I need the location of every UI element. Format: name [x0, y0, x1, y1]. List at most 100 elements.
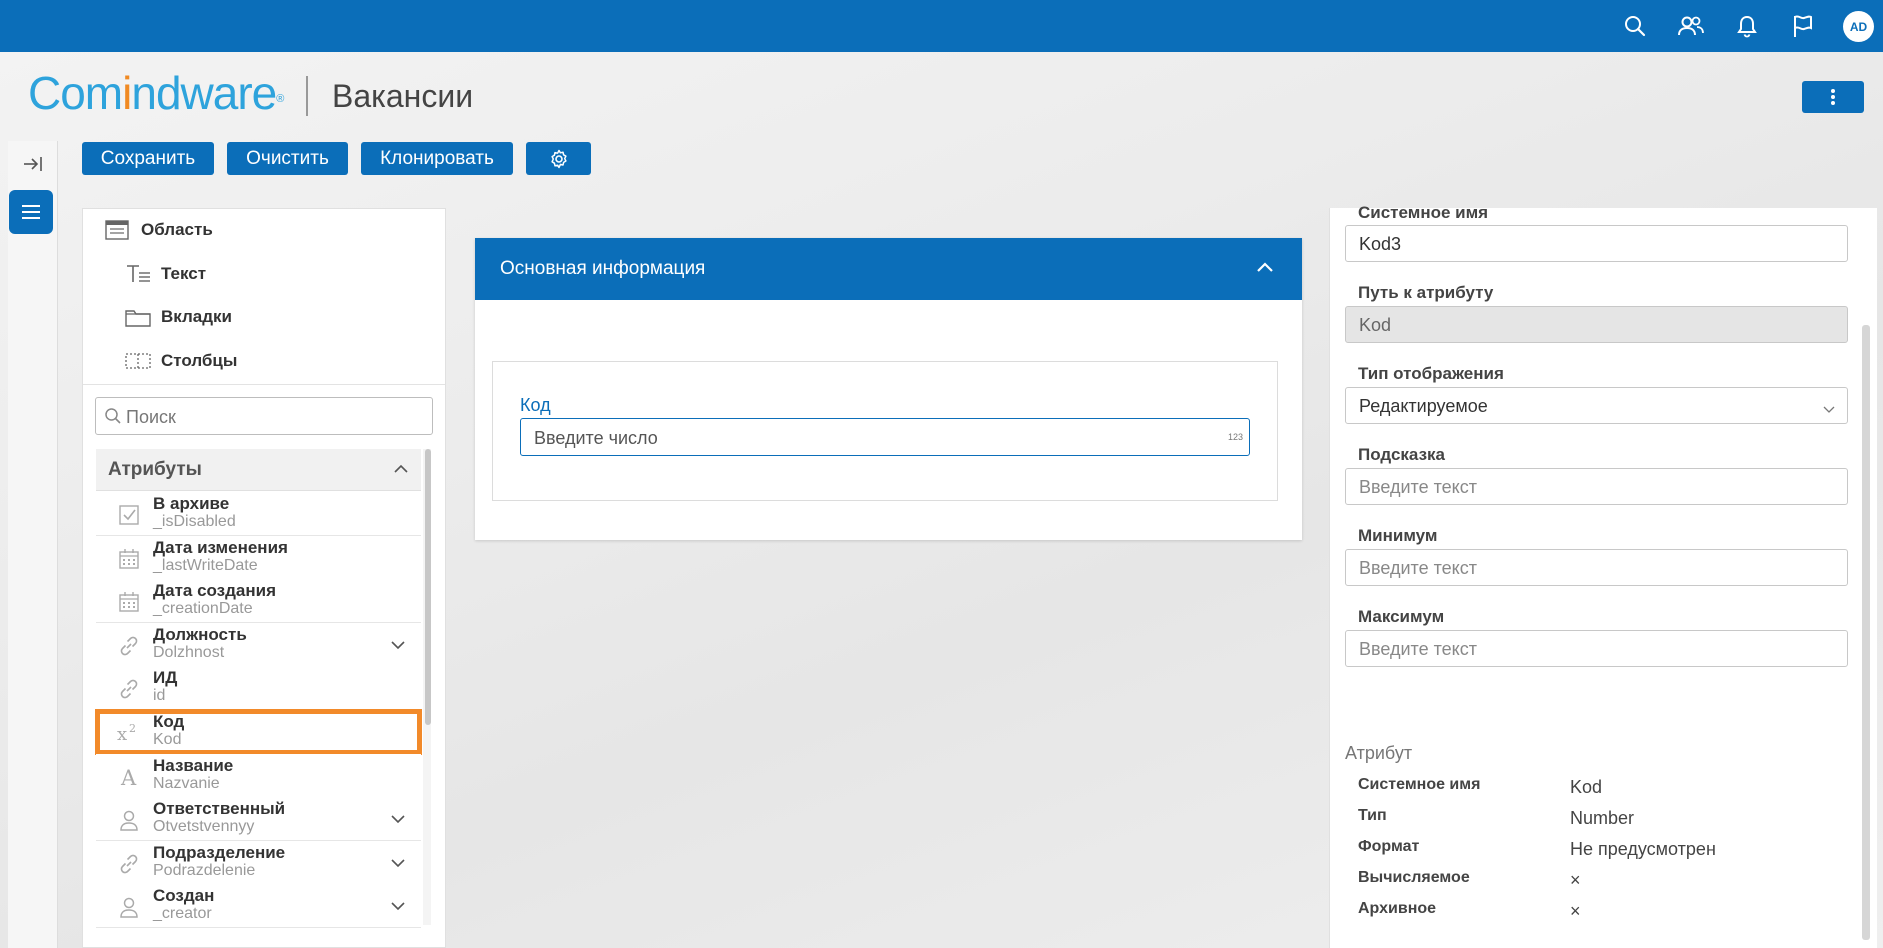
attribute-info-key: Тип: [1358, 807, 1387, 824]
hint-label: Подсказка: [1358, 445, 1445, 464]
chevron-down-icon[interactable]: [390, 898, 406, 916]
form-section: Основная информация Код 123: [475, 238, 1302, 540]
bell-icon[interactable]: [1731, 10, 1763, 42]
maximum-field[interactable]: [1345, 630, 1848, 667]
attribute-name: ИД: [153, 668, 178, 688]
attributes-header[interactable]: Атрибуты: [96, 449, 421, 491]
attributes-title: Атрибуты: [108, 459, 202, 480]
attribute-system-name: Kod: [153, 731, 182, 748]
avatar[interactable]: AD: [1843, 11, 1874, 42]
attribute-info-key: Вычисляемое: [1358, 869, 1470, 886]
attribute-item-otvetstvennyy[interactable]: Ответственный Otvetstvennyy: [96, 797, 421, 842]
display-type-select[interactable]: Редактируемое: [1345, 387, 1848, 424]
clear-button[interactable]: Очистить: [227, 142, 348, 175]
minimum-label: Минимум: [1358, 526, 1438, 545]
palette-item-label: Столбцы: [161, 351, 238, 370]
columns-icon: [125, 352, 153, 370]
settings-button[interactable]: [526, 142, 591, 175]
attribute-item-id[interactable]: ИД id: [96, 666, 421, 711]
left-rail: [8, 141, 58, 948]
expand-panel-icon[interactable]: [20, 151, 46, 177]
attribute-name: Создан: [153, 886, 215, 906]
search-icon[interactable]: [1619, 10, 1651, 42]
attribute-item-lastwritedate[interactable]: Дата изменения _lastWriteDate: [96, 535, 421, 580]
form-section-header[interactable]: Основная информация: [475, 238, 1302, 300]
minimum-field[interactable]: [1345, 549, 1848, 586]
attribute-info-key: Формат: [1358, 838, 1420, 855]
attribute-name: Должность: [153, 624, 247, 644]
minimum-input[interactable]: [1359, 556, 1829, 581]
attribute-system-name: _lastWriteDate: [153, 556, 258, 574]
attribute-info-value: ×: [1570, 870, 1581, 890]
hint-input[interactable]: [1359, 475, 1829, 500]
kod-field[interactable]: 123: [520, 418, 1250, 456]
chevron-up-icon[interactable]: [1256, 260, 1274, 278]
attribute-system-name: Otvetstvennyy: [153, 818, 255, 836]
user-icon: [116, 807, 142, 833]
maximum-label: Максимум: [1358, 607, 1445, 626]
more-options-button[interactable]: [1802, 81, 1864, 113]
users-icon[interactable]: [1675, 10, 1707, 42]
system-name-value: Kod3: [1359, 234, 1402, 254]
attribute-info-key: Системное имя: [1358, 776, 1481, 793]
header-divider: [306, 76, 308, 116]
attribute-info-key: Архивное: [1358, 900, 1437, 917]
palette-item-tabs[interactable]: Вкладки: [125, 301, 232, 333]
attribute-item-nazvanie[interactable]: A Название Nazvanie: [96, 753, 421, 798]
kod-input[interactable]: [534, 425, 1214, 451]
attribute-name: Код: [153, 712, 185, 731]
field-label: Код: [520, 395, 551, 415]
system-name-label: Системное имя: [1358, 203, 1489, 222]
logo-text-part2: i: [122, 67, 132, 119]
attribute-item-podrazdelenie[interactable]: Подразделение Podrazdelenie: [96, 840, 421, 885]
attribute-info-value: Number: [1570, 808, 1635, 828]
attribute-item-isdisabled[interactable]: В архиве _isDisabled: [96, 492, 421, 536]
menu-icon: [22, 205, 40, 219]
form-elements-menu-button[interactable]: [9, 190, 53, 234]
maximum-input[interactable]: [1359, 637, 1829, 662]
attribute-item-creator[interactable]: Создан _creator: [96, 884, 421, 929]
chevron-down-icon[interactable]: [390, 811, 406, 829]
number-type-badge: 123: [1227, 432, 1243, 442]
chevron-down-icon: [1823, 401, 1835, 419]
palette-item-text[interactable]: Текст: [125, 258, 206, 290]
kebab-icon: [1831, 89, 1835, 105]
display-type-label: Тип отображения: [1358, 364, 1504, 383]
attribute-name: Дата изменения: [153, 537, 288, 557]
attribute-item-creationdate[interactable]: Дата создания _creationDate: [96, 579, 421, 624]
link-icon: [116, 633, 142, 659]
calendar-icon: [116, 546, 142, 572]
attribute-name: Дата создания: [153, 581, 277, 601]
attributes-scrollbar-thumb[interactable]: [425, 449, 431, 725]
palette-item-columns[interactable]: Столбцы: [125, 345, 237, 377]
search-input[interactable]: [126, 404, 426, 430]
chevron-up-icon[interactable]: [393, 461, 409, 479]
attribute-item-kod[interactable]: x 2 Код Kod: [95, 709, 422, 755]
flag-icon[interactable]: [1787, 10, 1819, 42]
properties-scrollbar[interactable]: [1862, 325, 1870, 940]
attribute-name: В архиве: [153, 494, 230, 513]
chevron-down-icon[interactable]: [390, 855, 406, 873]
palette-item-area[interactable]: Область: [105, 214, 213, 246]
svg-text:x: x: [117, 724, 127, 744]
system-name-field[interactable]: Kod3: [1345, 225, 1848, 262]
save-button[interactable]: Сохранить: [82, 142, 214, 175]
attribute-info-value: Не предусмотрен: [1570, 839, 1716, 859]
area-icon: [105, 220, 133, 240]
link-icon: [116, 851, 142, 877]
attribute-info-value: ×: [1570, 901, 1581, 921]
form-section-title: Основная информация: [500, 258, 706, 279]
attribute-item-dolzhnost[interactable]: Должность Dolzhnost: [96, 622, 421, 667]
clone-button[interactable]: Клонировать: [361, 142, 513, 175]
attribute-name: Название: [153, 755, 234, 775]
attribute-path-label: Путь к атрибуту: [1358, 283, 1494, 302]
attribute-path-value: Kod: [1359, 315, 1392, 335]
hint-field[interactable]: [1345, 468, 1848, 505]
number-icon: x2: [116, 720, 142, 746]
logo-registered-mark: ®: [276, 93, 284, 105]
field-container[interactable]: Код 123: [492, 361, 1278, 501]
palette-item-label: Область: [141, 220, 213, 239]
chevron-down-icon[interactable]: [390, 637, 406, 655]
calendar-icon: [116, 589, 142, 615]
attribute-name: Ответственный: [153, 799, 286, 819]
